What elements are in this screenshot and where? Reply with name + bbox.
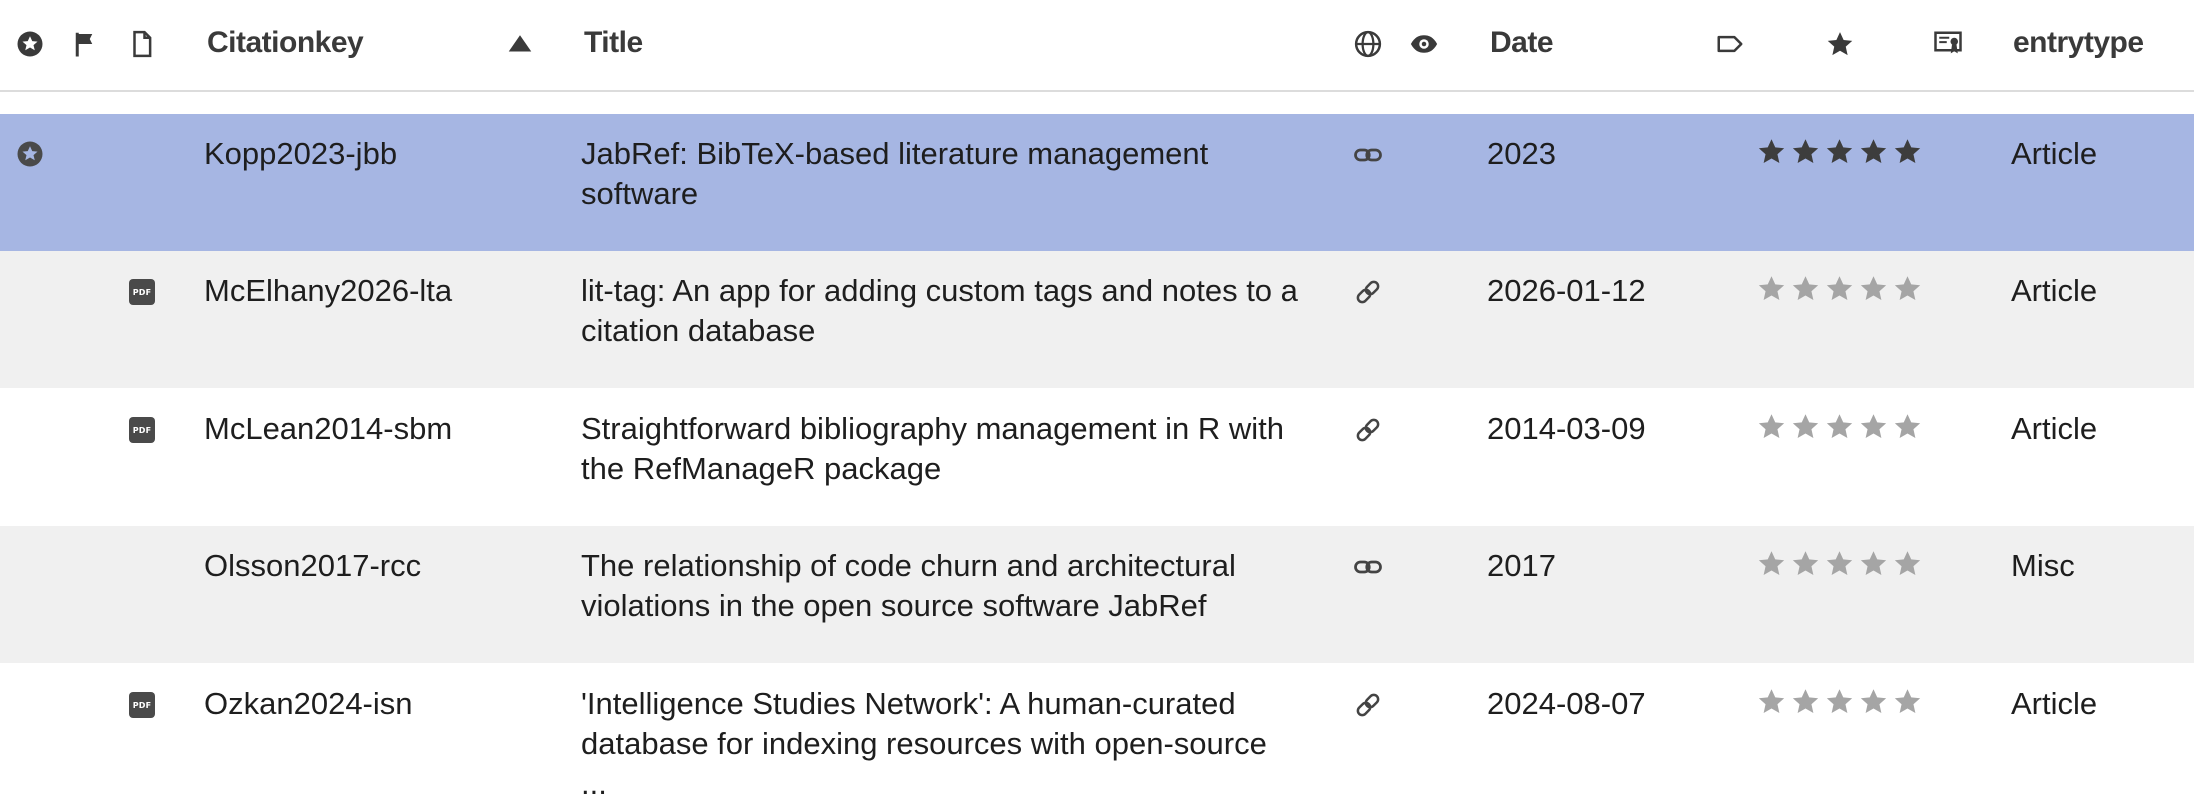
star-icon[interactable] bbox=[1756, 411, 1787, 442]
title-cell: 'Intelligence Studies Network': A human-… bbox=[581, 684, 1301, 804]
entrytype-cell: Article bbox=[2011, 686, 2098, 721]
link-icon[interactable] bbox=[1351, 138, 1385, 172]
file-icon[interactable] bbox=[124, 26, 160, 62]
date-cell: 2017 bbox=[1487, 548, 1556, 583]
star-icon[interactable] bbox=[1892, 136, 1923, 167]
star-icon[interactable] bbox=[1858, 136, 1889, 167]
entrytype-cell: Article bbox=[2011, 273, 2098, 308]
title-cell: The relationship of code churn and archi… bbox=[581, 546, 1301, 626]
title-cell: Straightforward bibliography management … bbox=[581, 409, 1301, 489]
title-cell: lit-tag: An app for adding custom tags a… bbox=[581, 271, 1301, 351]
ranking-star-circle-icon[interactable] bbox=[12, 26, 48, 62]
title-line: 'Intelligence Studies Network': A human-… bbox=[581, 686, 1236, 721]
star-icon[interactable] bbox=[1824, 548, 1855, 579]
title-line: JabRef: BibTeX-based literature manageme… bbox=[581, 136, 1209, 171]
star-icon[interactable] bbox=[1858, 411, 1889, 442]
date-cell: 2024-08-07 bbox=[1487, 686, 1646, 721]
table-row[interactable]: PDF McLean2014-sbm Straightforward bibliog… bbox=[0, 389, 2194, 526]
title-line: software bbox=[581, 176, 699, 211]
sort-ascending-triangle-icon[interactable] bbox=[502, 26, 538, 62]
table-row[interactable]: Olsson2017-rcc The relationship of code c… bbox=[0, 526, 2194, 663]
pdf-badge-label: PDF bbox=[129, 692, 155, 718]
link-icon[interactable] bbox=[1351, 550, 1385, 584]
star-icon[interactable] bbox=[1756, 548, 1787, 579]
entrytype-cell: Article bbox=[2011, 411, 2098, 446]
star-icon[interactable] bbox=[1822, 26, 1858, 62]
header-citationkey[interactable]: Citationkey bbox=[207, 26, 364, 60]
header-date[interactable]: Date bbox=[1490, 26, 1554, 60]
star-icon[interactable] bbox=[1892, 548, 1923, 579]
pdf-badge-label: PDF bbox=[129, 279, 155, 305]
citationkey-cell: Ozkan2024-isn bbox=[204, 686, 413, 721]
title-line: lit-tag: An app for adding custom tags a… bbox=[581, 273, 1298, 308]
star-icon[interactable] bbox=[1892, 273, 1923, 304]
star-icon[interactable] bbox=[1756, 136, 1787, 167]
title-line: database for indexing resources with ope… bbox=[581, 726, 1267, 801]
table-row[interactable]: PDF McElhany2026-lta lit-tag: An app for a… bbox=[0, 251, 2194, 388]
pdf-badge-label: PDF bbox=[129, 417, 155, 443]
star-icon[interactable] bbox=[1858, 686, 1889, 717]
entrytype-cell: Misc bbox=[2011, 548, 2075, 583]
citationkey-cell: Kopp2023-jbb bbox=[204, 136, 398, 171]
link-icon[interactable] bbox=[1351, 413, 1385, 447]
star-icon[interactable] bbox=[1790, 136, 1821, 167]
header-entrytype[interactable]: entrytype bbox=[2013, 26, 2144, 60]
star-icon[interactable] bbox=[1892, 411, 1923, 442]
citationkey-cell: McLean2014-sbm bbox=[204, 411, 453, 446]
pdf-icon[interactable]: PDF bbox=[128, 416, 156, 444]
star-icon[interactable] bbox=[1790, 411, 1821, 442]
ranking-star-circle-icon[interactable] bbox=[12, 136, 48, 172]
table-row[interactable]: Kopp2023-jbb JabRef: BibTeX-based literat… bbox=[0, 114, 2194, 251]
eye-icon[interactable] bbox=[1406, 26, 1442, 62]
tag-icon[interactable] bbox=[1712, 26, 1748, 62]
star-icon[interactable] bbox=[1824, 273, 1855, 304]
star-icon[interactable] bbox=[1824, 136, 1855, 167]
title-line: violations in the open source software J… bbox=[581, 588, 1207, 623]
star-icon[interactable] bbox=[1824, 411, 1855, 442]
table-row[interactable]: PDF Ozkan2024-isn 'Intelligence Studies Ne… bbox=[0, 664, 2194, 801]
star-icon[interactable] bbox=[1790, 686, 1821, 717]
star-icon[interactable] bbox=[1892, 686, 1923, 717]
rating-stars[interactable] bbox=[1756, 411, 1923, 442]
title-line: The relationship of code churn and archi… bbox=[581, 548, 1236, 583]
table-header: Citationkey Title Date entrytype bbox=[0, 0, 2194, 92]
rating-stars[interactable] bbox=[1756, 686, 1923, 717]
star-icon[interactable] bbox=[1790, 548, 1821, 579]
link-icon[interactable] bbox=[1351, 275, 1385, 309]
certificate-icon[interactable] bbox=[1930, 26, 1966, 62]
title-line: the RefManageR package bbox=[581, 451, 942, 486]
title-cell: JabRef: BibTeX-based literature manageme… bbox=[581, 134, 1301, 214]
star-icon[interactable] bbox=[1756, 686, 1787, 717]
star-icon[interactable] bbox=[1858, 548, 1889, 579]
globe-icon[interactable] bbox=[1350, 26, 1386, 62]
main-table: Citationkey Title Date entrytype Kopp202… bbox=[0, 0, 2194, 806]
star-icon[interactable] bbox=[1756, 273, 1787, 304]
rating-stars[interactable] bbox=[1756, 548, 1923, 579]
entrytype-cell: Article bbox=[2011, 136, 2098, 171]
title-line: citation database bbox=[581, 313, 816, 348]
header-title[interactable]: Title bbox=[584, 26, 643, 60]
date-cell: 2014-03-09 bbox=[1487, 411, 1646, 446]
citationkey-cell: Olsson2017-rcc bbox=[204, 548, 422, 583]
rating-stars[interactable] bbox=[1756, 136, 1923, 167]
pdf-icon[interactable]: PDF bbox=[128, 278, 156, 306]
rating-stars[interactable] bbox=[1756, 273, 1923, 304]
star-icon[interactable] bbox=[1790, 273, 1821, 304]
star-icon[interactable] bbox=[1824, 686, 1855, 717]
citationkey-cell: McElhany2026-lta bbox=[204, 273, 453, 308]
link-icon[interactable] bbox=[1351, 688, 1385, 722]
date-cell: 2026-01-12 bbox=[1487, 273, 1646, 308]
flag-icon[interactable] bbox=[68, 26, 104, 62]
date-cell: 2023 bbox=[1487, 136, 1556, 171]
star-icon[interactable] bbox=[1858, 273, 1889, 304]
pdf-icon[interactable]: PDF bbox=[128, 691, 156, 719]
title-line: Straightforward bibliography management … bbox=[581, 411, 1285, 446]
